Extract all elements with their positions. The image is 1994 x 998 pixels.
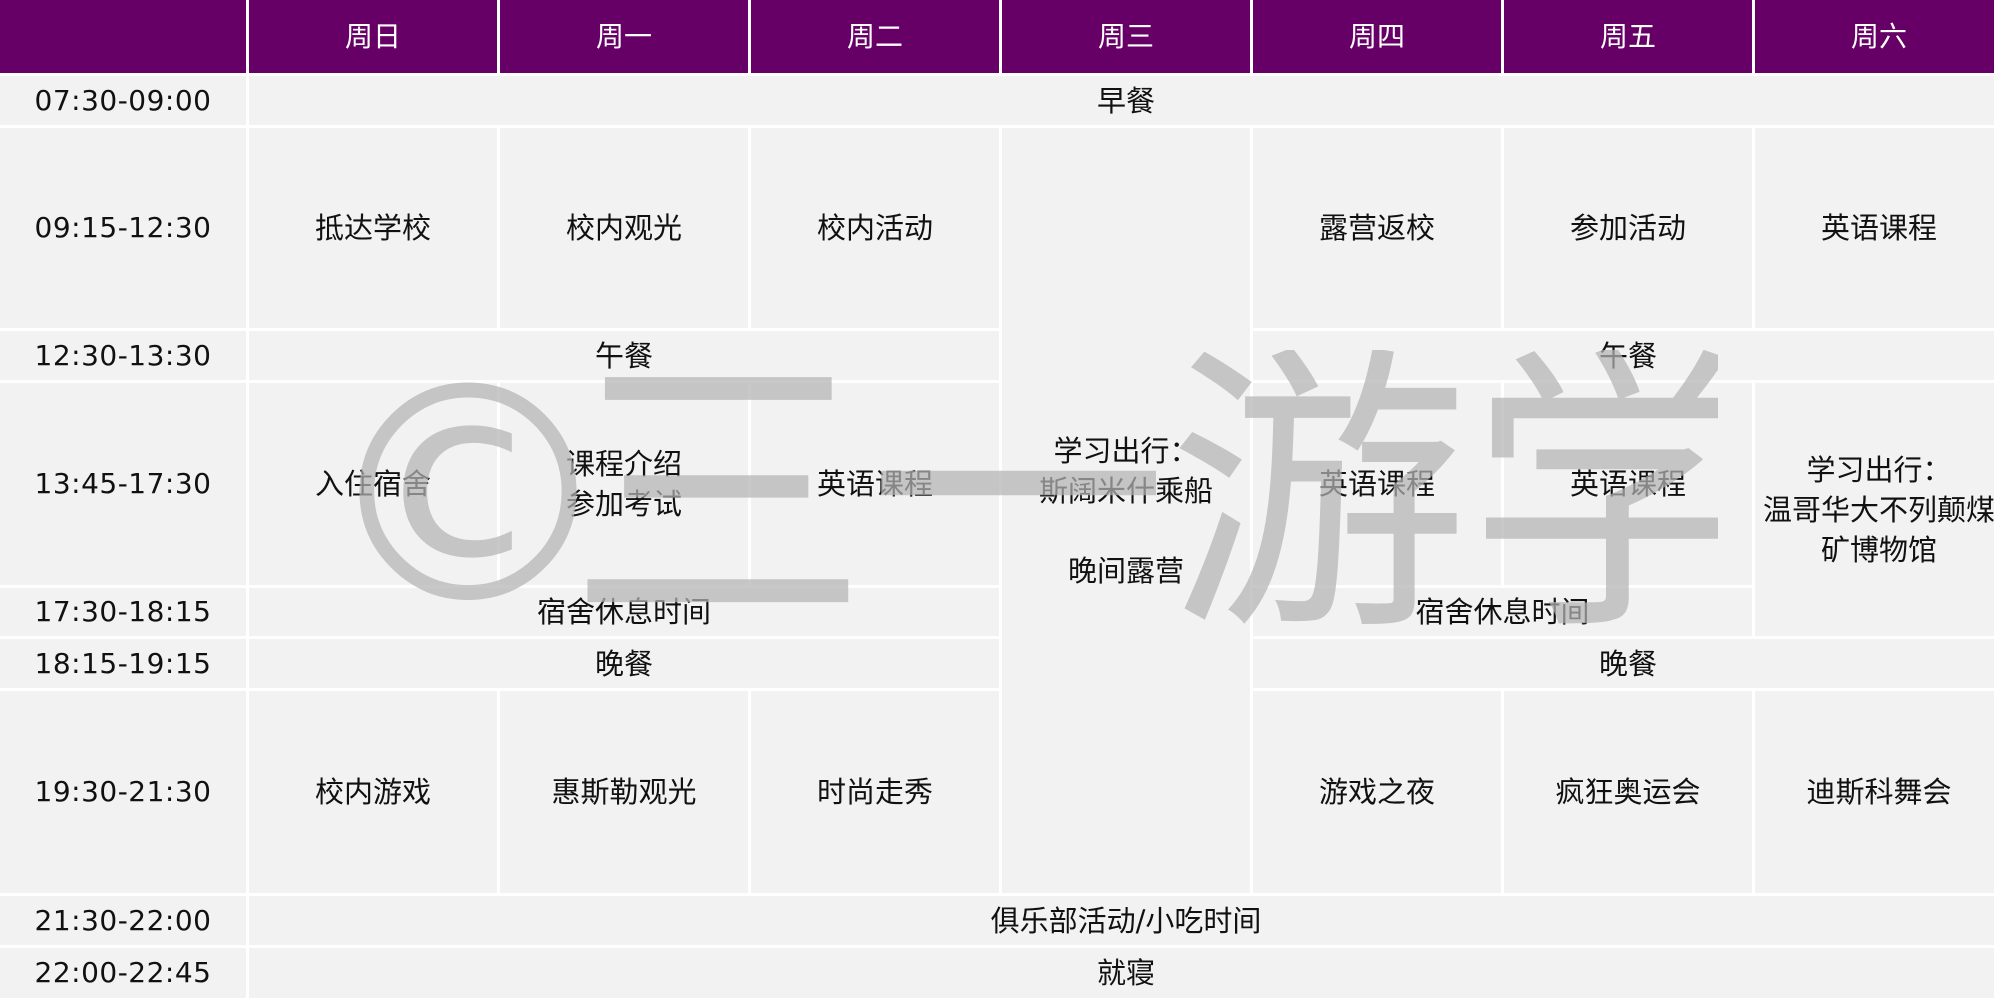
saturday-excursion-cell: 学习出行： 温哥华大不列颠煤 矿博物馆 (1755, 383, 1994, 636)
evening-tuesday-cell: 时尚走秀 (751, 691, 999, 893)
day-header-wednesday: 周三 (1002, 0, 1250, 73)
afternoon-monday-cell: 课程介绍 参加考试 (500, 383, 748, 585)
afternoon-sunday-cell: 入住宿舍 (249, 383, 497, 585)
time-slot-afternoon: 13:45-17:30 (0, 383, 246, 585)
day-header-sunday: 周日 (249, 0, 497, 73)
morning-saturday-cell: 英语课程 (1755, 128, 1994, 328)
saturday-excursion-line-2: 温哥华大不列颠煤 (1762, 492, 1994, 527)
afternoon-tuesday-cell: 英语课程 (751, 383, 999, 585)
day-header-saturday: 周六 (1755, 0, 1994, 73)
time-slot-evening: 19:30-21:30 (0, 691, 246, 893)
evening-friday-cell: 疯狂奥运会 (1504, 691, 1752, 893)
morning-thursday-cell: 露营返校 (1253, 128, 1501, 328)
time-slot-breakfast: 07:30-09:00 (0, 76, 246, 125)
evening-sunday-cell: 校内游戏 (249, 691, 497, 893)
breakfast-cell: 早餐 (249, 76, 1994, 125)
lunch-left-cell: 午餐 (249, 331, 999, 380)
header-corner (0, 0, 246, 73)
saturday-excursion-title: 学习出行： (1806, 452, 1952, 487)
time-slot-bedtime: 22:00-22:45 (0, 948, 246, 998)
dinner-left-cell: 晚餐 (249, 639, 999, 688)
club-cell: 俱乐部活动/小吃时间 (249, 896, 1994, 945)
time-slot-lunch: 12:30-13:30 (0, 331, 246, 380)
evening-monday-cell: 惠斯勒观光 (500, 691, 748, 893)
wednesday-excursion-destination: 斯阔米什乘船 (1038, 473, 1213, 508)
time-slot-club: 21:30-22:00 (0, 896, 246, 945)
evening-thursday-cell: 游戏之夜 (1253, 691, 1501, 893)
morning-sunday-cell: 抵达学校 (249, 128, 497, 328)
wednesday-excursion-cell: 学习出行： 斯阔米什乘船 晚间露营 (1002, 128, 1250, 893)
time-slot-rest: 17:30-18:15 (0, 588, 246, 636)
dinner-right-cell: 晚餐 (1253, 639, 1994, 688)
afternoon-monday-line-1: 课程介绍 (565, 447, 682, 481)
afternoon-monday-line-2: 参加考试 (565, 487, 682, 521)
saturday-excursion-line-3: 矿博物馆 (1820, 532, 1937, 567)
evening-saturday-cell: 迪斯科舞会 (1755, 691, 1994, 893)
afternoon-thursday-cell: 英语课程 (1253, 383, 1501, 585)
morning-monday-cell: 校内观光 (500, 128, 748, 328)
day-header-friday: 周五 (1504, 0, 1752, 73)
wednesday-excursion-camping: 晚间露营 (1067, 553, 1184, 588)
rest-left-cell: 宿舍休息时间 (249, 588, 999, 636)
time-slot-morning: 09:15-12:30 (0, 128, 246, 328)
day-header-monday: 周一 (500, 0, 748, 73)
morning-tuesday-cell: 校内活动 (751, 128, 999, 328)
wednesday-excursion-title: 学习出行： (1053, 433, 1199, 468)
rest-right-cell: 宿舍休息时间 (1253, 588, 1752, 636)
day-header-thursday: 周四 (1253, 0, 1501, 73)
schedule-table: 周日 周一 周二 周三 周四 周五 周六 07:30-09:00 09:15-1… (0, 0, 1994, 998)
morning-friday-cell: 参加活动 (1504, 128, 1752, 328)
day-header-tuesday: 周二 (751, 0, 999, 73)
afternoon-friday-cell: 英语课程 (1504, 383, 1752, 585)
lunch-right-cell: 午餐 (1253, 331, 1994, 380)
bedtime-cell: 就寝 (249, 948, 1994, 998)
time-slot-dinner: 18:15-19:15 (0, 639, 246, 688)
